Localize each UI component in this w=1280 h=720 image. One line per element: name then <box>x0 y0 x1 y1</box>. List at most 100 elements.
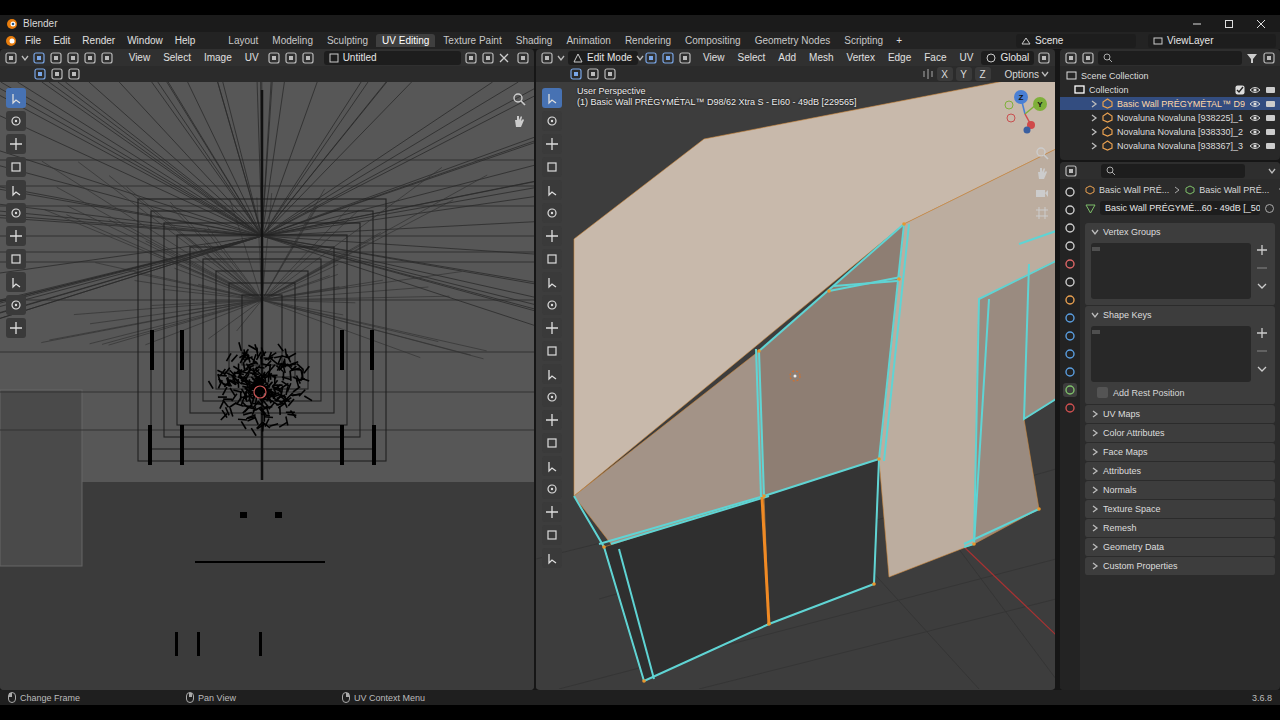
panel-header[interactable]: Custom Properties <box>1085 557 1275 575</box>
sync-mode-icon[interactable] <box>100 51 114 65</box>
eye-icon[interactable] <box>1249 85 1261 95</box>
outliner-item-label[interactable]: Novaluna Novaluna [938225]_1 <box>1117 113 1245 123</box>
panel-expand-icon[interactable] <box>1091 410 1099 418</box>
tool-button[interactable] <box>542 88 562 108</box>
workspace-tab[interactable]: Scripting <box>838 34 889 47</box>
viewport-menu[interactable]: Mesh <box>804 51 838 64</box>
uv-canvas[interactable] <box>0 82 534 690</box>
list-grip-icon[interactable] <box>1091 329 1101 335</box>
tool-button[interactable] <box>6 88 26 108</box>
properties-tab-icon[interactable] <box>1063 347 1077 361</box>
tool-button[interactable] <box>542 502 562 522</box>
mesh-name-field[interactable]: Basic Wall PRÉGYMÉ...60 - 49dB [_5066f0d <box>1100 201 1260 215</box>
pan-hand-icon[interactable] <box>1035 166 1049 180</box>
mesh-name[interactable]: Basic Wall PRÉGYMÉ...60 - 49dB [_5066f0d <box>1105 203 1260 213</box>
remove-icon[interactable] <box>1255 344 1269 358</box>
tool-button[interactable] <box>542 111 562 131</box>
properties-tab-icon[interactable] <box>1063 365 1077 379</box>
tool-button[interactable] <box>542 157 562 177</box>
panel-title[interactable]: Attributes <box>1103 466 1141 476</box>
menu-item[interactable]: File <box>20 34 46 47</box>
tool-button[interactable] <box>542 364 562 384</box>
uv-select-mode-icon[interactable] <box>32 51 46 65</box>
scene-selector[interactable]: Scene <box>1016 34 1136 48</box>
tool-button[interactable] <box>542 456 562 476</box>
tool-button[interactable] <box>542 226 562 246</box>
options-dropdown-icon[interactable] <box>1041 70 1049 78</box>
workspace-tab[interactable]: Sculpting <box>321 34 374 47</box>
camera-icon[interactable] <box>1035 186 1049 200</box>
pivot-icon[interactable] <box>267 51 281 65</box>
expand-icon[interactable] <box>1090 128 1098 136</box>
eye-icon[interactable] <box>1249 113 1261 123</box>
uv-select-mode-icon[interactable] <box>66 51 80 65</box>
viewport-menu[interactable]: Select <box>732 51 770 64</box>
mirror-axis-button[interactable]: X <box>937 67 953 81</box>
properties-tab-icon[interactable] <box>1063 293 1077 307</box>
checkbox[interactable] <box>1097 387 1108 398</box>
orientation-dropdown[interactable]: Global <box>981 51 1034 65</box>
open-image-icon[interactable] <box>481 51 495 65</box>
blender-menu-icon[interactable] <box>4 34 18 48</box>
list-box[interactable] <box>1091 326 1251 382</box>
minimize-icon[interactable] <box>1192 19 1202 29</box>
tool-button[interactable] <box>542 295 562 315</box>
list-box[interactable] <box>1091 243 1251 299</box>
tool-button[interactable] <box>6 295 26 315</box>
viewport-menu[interactable]: UV <box>954 51 978 64</box>
properties-tab-icon[interactable] <box>1063 185 1077 199</box>
workspace-tab[interactable]: Animation <box>560 34 616 47</box>
pivot-icon[interactable] <box>1037 51 1051 65</box>
checkbox-label[interactable]: Add Rest Position <box>1113 388 1185 398</box>
tool-button[interactable] <box>542 479 562 499</box>
options-icon[interactable] <box>1268 167 1276 175</box>
viewport-menu[interactable]: Add <box>773 51 801 64</box>
eye-icon[interactable] <box>1249 99 1261 109</box>
tool-button[interactable] <box>542 180 562 200</box>
select-extend-icon[interactable] <box>586 67 600 81</box>
properties-tab-icon[interactable] <box>1063 329 1077 343</box>
viewport-menu[interactable]: View <box>698 51 730 64</box>
outliner-item-label[interactable]: Scene Collection <box>1081 71 1276 81</box>
camera-render-icon[interactable] <box>1265 127 1276 137</box>
mirror-icon[interactable] <box>922 68 934 80</box>
mirror-axis-button[interactable]: Y <box>956 67 972 81</box>
breadcrumb-item[interactable]: Basic Wall PRÉ... <box>1199 185 1269 195</box>
panel-title[interactable]: Normals <box>1103 485 1137 495</box>
checkbox-icon[interactable] <box>1235 85 1245 95</box>
workspace-tab[interactable]: UV Editing <box>376 34 435 47</box>
new-image-icon[interactable] <box>464 51 478 65</box>
properties-tab-icon[interactable] <box>1063 275 1077 289</box>
fake-user-icon[interactable] <box>1264 203 1275 214</box>
tool-button[interactable] <box>542 341 562 361</box>
editor-type-icon[interactable] <box>1064 164 1078 178</box>
outliner-row[interactable]: Novaluna Novaluna [938367]_3 <box>1060 139 1280 152</box>
tool-button[interactable] <box>6 134 26 154</box>
add-icon[interactable] <box>1255 326 1269 340</box>
properties-tab-icon[interactable] <box>1063 383 1077 397</box>
camera-render-icon[interactable] <box>1265 141 1276 151</box>
list-menu-icon[interactable] <box>1255 279 1269 293</box>
properties-tab-icon[interactable] <box>1063 203 1077 217</box>
add-workspace-button[interactable]: + <box>891 34 907 47</box>
mode-dropdown[interactable]: Edit Mode <box>568 51 638 65</box>
tool-button[interactable] <box>542 387 562 407</box>
uv-select-mode-icon[interactable] <box>49 51 63 65</box>
panel-header[interactable]: Normals <box>1085 481 1275 499</box>
mode-dropdown-icon[interactable] <box>636 54 644 62</box>
gizmo-axis-label[interactable]: Y <box>1037 100 1042 109</box>
maximize-icon[interactable] <box>1224 19 1234 29</box>
outliner-row[interactable]: Collection <box>1060 83 1280 96</box>
select-new-icon[interactable] <box>569 67 583 81</box>
expand-icon[interactable] <box>1090 142 1098 150</box>
image-name[interactable]: Untitled <box>343 52 377 63</box>
properties-tab-icon[interactable] <box>1063 257 1077 271</box>
panel-expand-icon[interactable] <box>1091 467 1099 475</box>
list-menu-icon[interactable] <box>1255 362 1269 376</box>
outliner-row[interactable]: Scene Collection <box>1060 69 1280 82</box>
panel-expand-icon[interactable] <box>1091 562 1099 570</box>
tool-button[interactable] <box>542 548 562 568</box>
editor-type-icon[interactable] <box>540 51 554 65</box>
properties-tab-icon[interactable] <box>1063 311 1077 325</box>
properties-tab-icon[interactable] <box>1063 239 1077 253</box>
